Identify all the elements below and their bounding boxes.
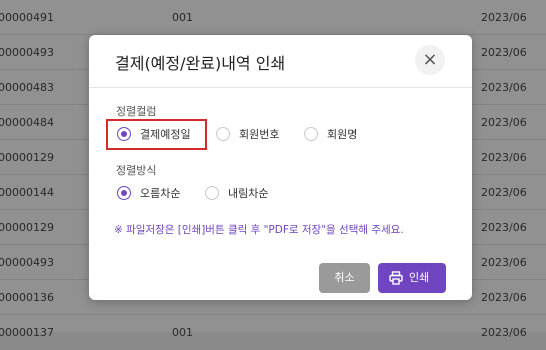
printer-icon: [389, 271, 403, 285]
print-dialog: 결제(예정/완료)내역 인쇄 × 정렬컬럼 결제예정일 회원번호 회원명 정렬방…: [89, 35, 472, 300]
radio-unselected-icon: [216, 127, 230, 141]
radio-sort-payment-date[interactable]: 결제예정일: [117, 126, 205, 144]
print-button[interactable]: 인쇄: [378, 263, 446, 293]
sort-order-label: 정렬방식: [116, 164, 157, 177]
radio-unselected-icon: [205, 186, 219, 200]
radio-label: 회원번호: [239, 128, 280, 141]
radio-label: 결제예정일: [140, 128, 191, 141]
radio-descending[interactable]: 내림차순: [205, 185, 285, 203]
radio-sort-member-name[interactable]: 회원명: [304, 126, 374, 144]
radio-unselected-icon: [304, 127, 318, 141]
radio-selected-icon: [117, 127, 131, 141]
radio-sort-member-number[interactable]: 회원번호: [216, 126, 296, 144]
dialog-title: 결제(예정/완료)내역 인쇄: [115, 54, 286, 73]
radio-selected-icon: [117, 186, 131, 200]
radio-label: 회원명: [327, 128, 358, 141]
close-icon: ×: [422, 49, 438, 70]
close-button[interactable]: ×: [415, 45, 445, 75]
cancel-button[interactable]: 취소: [319, 263, 370, 293]
divider: [89, 87, 472, 88]
radio-label: 오름차순: [140, 187, 181, 200]
radio-ascending[interactable]: 오름차순: [117, 185, 197, 203]
radio-label: 내림차순: [228, 187, 269, 200]
sort-column-label: 정렬컬럼: [116, 105, 157, 118]
print-button-label: 인쇄: [409, 271, 430, 284]
save-notice: ※ 파일저장은 [인쇄]버튼 클릭 후 "PDF로 저장"을 선택해 주세요.: [114, 224, 404, 236]
